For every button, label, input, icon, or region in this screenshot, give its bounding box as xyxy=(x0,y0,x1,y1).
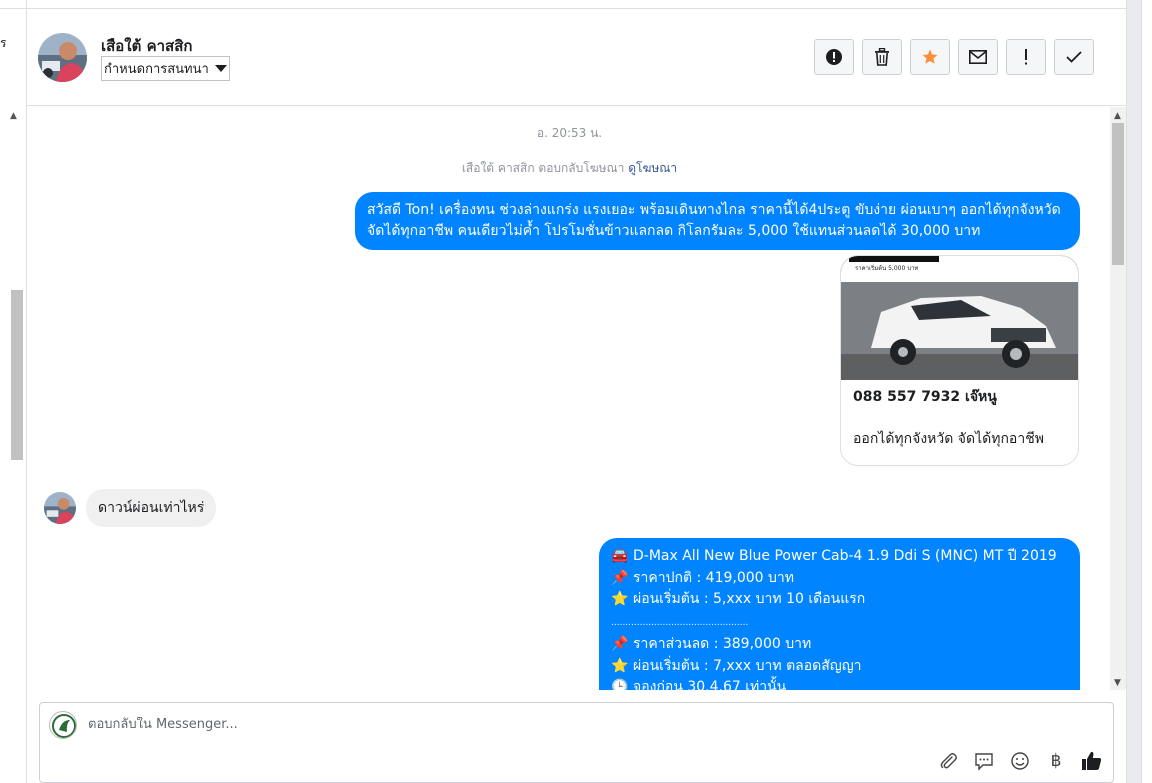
dropdown-label: กำหนดการสนทนา xyxy=(104,62,209,77)
message-line-text: ราคาส่วนลด : 389,000 บาท xyxy=(633,636,812,652)
contact-avatar-small[interactable] xyxy=(44,492,76,524)
message-line-text: ผ่อนเริ่มต้น : 7,xxx บาท ตลอดสัญญา xyxy=(633,657,862,674)
message-line-text: ราคาปกติ : 419,000 บาท xyxy=(633,569,794,586)
reply-input[interactable] xyxy=(88,717,988,732)
star-icon xyxy=(922,49,938,64)
message-line: 📌 ราคาส่วนลด : 389,000 บาท xyxy=(611,634,1068,656)
card-overlay-price: ราคาเริ่มต้น 5,000 บาท xyxy=(855,265,919,272)
scroll-up-arrow-icon[interactable]: ▲ xyxy=(1114,111,1121,121)
baht-icon[interactable]: ฿ xyxy=(1044,749,1068,773)
emoji-icon: ⭐ xyxy=(611,591,629,607)
emoji-icon: 📌 xyxy=(611,569,629,586)
mark-unread-button[interactable] xyxy=(958,39,998,75)
card-title: 088 557 7932 เจ๊หนู xyxy=(853,389,997,405)
emoji-icon: 📌 xyxy=(611,636,629,652)
emoji-icon[interactable] xyxy=(1008,749,1032,773)
thread-scrollbar-thumb[interactable] xyxy=(1112,123,1124,265)
envelope-icon xyxy=(969,50,987,64)
message-line-text: D-Max All New Blue Power Cab-4 1.9 Ddi S… xyxy=(633,548,1057,564)
contact-avatar[interactable] xyxy=(38,33,87,82)
message-line: ........................................… xyxy=(611,611,1068,635)
message-line: 🚘 D-Max All New Blue Power Cab-4 1.9 Ddi … xyxy=(611,546,1068,568)
star-button[interactable] xyxy=(910,39,950,75)
alert-circle-icon xyxy=(826,49,842,65)
paperclip-icon[interactable] xyxy=(936,749,960,773)
scroll-up-arrow-icon[interactable]: ▲ xyxy=(10,111,17,121)
outgoing-message-details: 🚘 D-Max All New Blue Power Cab-4 1.9 Ddi … xyxy=(599,538,1080,690)
message-line: 🕒 จองก่อน 30.4.67 เท่านั้น xyxy=(611,677,1068,690)
ad-preview-card[interactable]: ราคาเริ่มต้น 5,000 บาท 088 557 7932 เจ๊ห… xyxy=(840,255,1079,466)
ad-notice-text: เสือใต้ คาสสิก ตอบกลับโฆษณา xyxy=(461,161,625,175)
follow-up-button[interactable] xyxy=(1006,39,1046,75)
car-photo: ราคาเริ่มต้น 5,000 บาท xyxy=(841,256,1078,380)
right-panel-edge xyxy=(1141,0,1152,783)
ad-reply-notice: เสือใต้ คาสสิก ตอบกลับโฆษณา ดูโฆษณา xyxy=(27,159,1112,178)
saved-reply-icon[interactable] xyxy=(972,749,996,773)
view-ad-link[interactable]: ดูโฆษณา xyxy=(628,161,677,175)
message-line: 📌 ราคาปกติ : 419,000 บาท xyxy=(611,568,1068,590)
outgoing-message: สวัสดี Ton! เครื่องทน ช่วงล่างแกร่ง แรงเ… xyxy=(355,192,1080,250)
message-thread: อ. 20:53 น. เสือใต้ คาสสิก ตอบกลับโฆษณา … xyxy=(27,107,1126,690)
inbox-list-panel: ร ▲ xyxy=(0,0,27,783)
message-line: ⭐ ผ่อนเริ่มต้น : 5,xxx บาท 10 เดือนแรก xyxy=(611,589,1068,611)
emoji-icon: ⭐ xyxy=(611,657,629,674)
thumbs-up-icon[interactable] xyxy=(1080,749,1104,773)
conversation-header: เสือใต้ คาสสิก กำหนดการสนทนา xyxy=(27,8,1126,106)
mark-done-button[interactable] xyxy=(1054,39,1094,75)
contact-name[interactable]: เสือใต้ คาสสิก xyxy=(101,34,192,58)
thread-scrollbar[interactable]: ▲ ▼ xyxy=(1110,107,1126,690)
conversation-label-dropdown[interactable]: กำหนดการสนทนา xyxy=(101,56,230,81)
incoming-message-row: ดาวน์ผ่อนเท่าไหร่ xyxy=(44,489,217,527)
app-root: ร ▲ เสือใต้ คาสสิก กำหนดการสนทนา อ. 20:5… xyxy=(0,0,1152,783)
page-avatar xyxy=(49,711,77,739)
right-side-panel xyxy=(1126,0,1152,783)
delete-button[interactable] xyxy=(862,39,902,75)
divider xyxy=(0,8,27,9)
list-scrollbar-thumb[interactable] xyxy=(11,290,23,460)
message-line: ⭐ ผ่อนเริ่มต้น : 7,xxx บาท ตลอดสัญญา xyxy=(611,656,1068,678)
caret-down-icon xyxy=(214,65,227,72)
check-icon xyxy=(1066,51,1082,63)
clipped-list-text: ร xyxy=(0,36,7,50)
exclamation-icon xyxy=(1025,49,1027,65)
mark-spam-button[interactable] xyxy=(814,39,854,75)
incoming-message: ดาวน์ผ่อนเท่าไหร่ xyxy=(86,489,217,527)
emoji-icon: 🕒 xyxy=(611,679,629,690)
composer-tools: ฿ xyxy=(936,749,1104,773)
message-line-text: ผ่อนเริ่มต้น : 5,xxx บาท 10 เดือนแรก xyxy=(633,591,866,607)
header-action-buttons xyxy=(814,39,1094,75)
message-line-text: จองก่อน 30.4.67 เท่านั้น xyxy=(633,679,787,690)
scroll-down-arrow-icon[interactable]: ▼ xyxy=(1114,678,1121,688)
message-timestamp: อ. 20:53 น. xyxy=(536,126,603,140)
card-subtitle: ออกได้ทุกจังหวัด จัดได้ทุกอาชีพ xyxy=(853,431,1044,447)
trash-icon xyxy=(875,48,889,66)
message-composer: ฿ xyxy=(39,702,1114,783)
emoji-icon: 🚘 xyxy=(611,548,629,564)
message-line-text: ........................................… xyxy=(611,617,749,628)
